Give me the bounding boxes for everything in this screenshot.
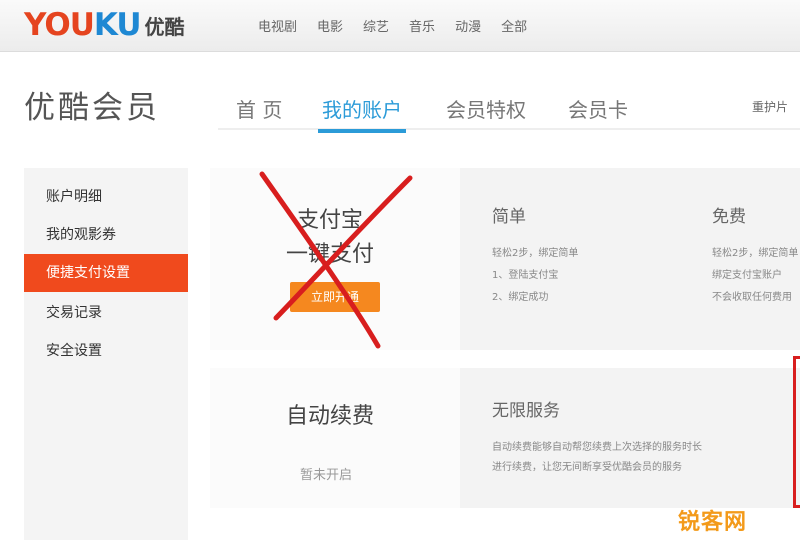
top-nav: 电视剧 电影 综艺 音乐 动漫 全部 — [258, 16, 527, 35]
tab-home[interactable]: 首 页 — [236, 94, 282, 123]
topnav-anime[interactable]: 动漫 — [455, 16, 481, 35]
highlight-frame — [793, 356, 800, 508]
feature-free-line: 轻松2步，绑定简单 — [712, 248, 799, 259]
auto-renew-card: 自动续费 暂未开启 无限服务 自动续费能够自动帮您续费上次选择的服务时长 进行续… — [210, 368, 800, 508]
topnav-music[interactable]: 音乐 — [409, 16, 435, 35]
tab-my-account[interactable]: 我的账户 — [318, 94, 406, 133]
feature-simple-line: 轻松2步，绑定简单 — [492, 248, 579, 259]
topnav-variety[interactable]: 综艺 — [363, 16, 389, 35]
alipay-card-left: 支付宝 一键支付 立即开通 — [210, 168, 460, 350]
unlimited-service-line: 自动续费能够自动帮您续费上次选择的服务时长 — [492, 442, 702, 453]
sidebar-item-transactions[interactable]: 交易记录 — [24, 294, 188, 332]
feature-free-line: 不会收取任何费用 — [712, 292, 792, 303]
feature-free-line: 绑定支付宝账户 — [712, 270, 782, 281]
alipay-card: 支付宝 一键支付 立即开通 简单 轻松2步，绑定简单 1、登陆支付宝 2、绑定成… — [210, 168, 800, 350]
sidebar-item-account-details[interactable]: 账户明细 — [24, 178, 188, 216]
unlimited-service-title: 无限服务 — [492, 401, 560, 421]
feature-simple-line: 2、绑定成功 — [492, 292, 549, 303]
watermark: 锐客网 — [678, 510, 748, 535]
feature-simple-title: 简单 — [492, 207, 526, 227]
header-right-link[interactable]: 重护片 — [752, 98, 788, 115]
auto-renew-card-left: 自动续费 暂未开启 — [210, 368, 460, 508]
topnav-all[interactable]: 全部 — [501, 16, 527, 35]
member-tabs: 首 页 我的账户 会员特权 会员卡 — [218, 94, 800, 133]
unlimited-service-line: 进行续费，让您无间断享受优酷会员的服务 — [492, 462, 682, 473]
sidebar-item-my-tickets[interactable]: 我的观影券 — [24, 216, 188, 254]
tab-member-privileges[interactable]: 会员特权 — [446, 94, 526, 123]
logo-chinese: 优酷 — [144, 14, 185, 39]
top-bar: YOUKU 优酷 电视剧 电影 综艺 音乐 动漫 全部 — [0, 0, 800, 52]
feature-simple-line: 1、登陆支付宝 — [492, 270, 559, 281]
topnav-tv[interactable]: 电视剧 — [258, 16, 297, 35]
topnav-movie[interactable]: 电影 — [317, 16, 343, 35]
activate-alipay-button[interactable]: 立即开通 — [290, 282, 380, 312]
sidebar: 账户明细 我的观影券 便捷支付设置 交易记录 安全设置 — [24, 168, 188, 540]
tab-member-card[interactable]: 会员卡 — [568, 94, 628, 123]
sidebar-item-security[interactable]: 安全设置 — [24, 332, 188, 370]
auto-renew-heading: 自动续费 — [285, 404, 374, 429]
youku-logo[interactable]: YOUKU 优酷 — [24, 7, 185, 43]
sidebar-item-quick-pay[interactable]: 便捷支付设置 — [24, 254, 188, 292]
alipay-heading-line2: 一键支付 — [285, 242, 374, 267]
page-title: 优酷会员 — [24, 90, 160, 126]
alipay-heading-line1: 支付宝 — [296, 208, 363, 233]
feature-free-title: 免费 — [712, 207, 746, 227]
logo-wordmark: YOUKU — [24, 7, 142, 43]
auto-renew-status[interactable]: 暂未开启 — [300, 464, 352, 483]
